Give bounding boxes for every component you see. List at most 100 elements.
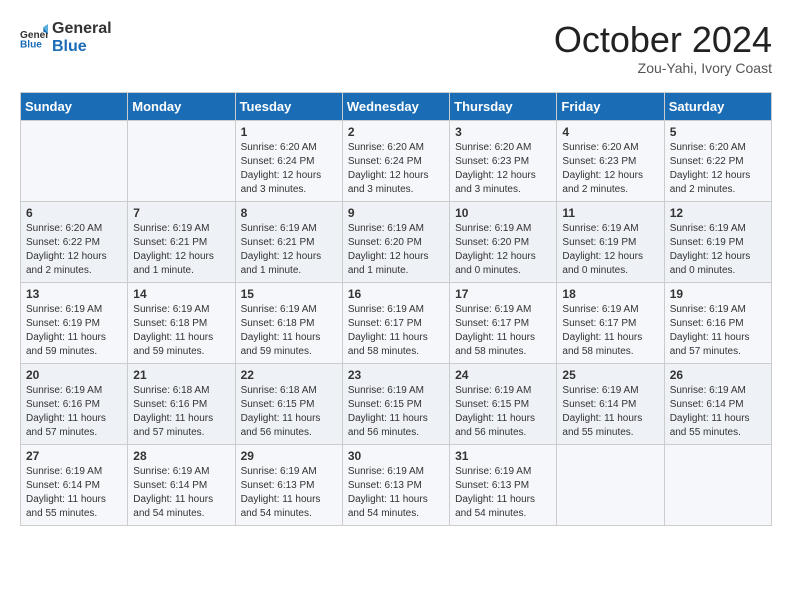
calendar-cell: 5 Sunrise: 6:20 AM Sunset: 6:22 PM Daylig… xyxy=(664,120,771,201)
day-info: Sunrise: 6:19 AM Sunset: 6:19 PM Dayligh… xyxy=(562,222,658,278)
weekday-header-row: SundayMondayTuesdayWednesdayThursdayFrid… xyxy=(21,92,772,120)
day-info: Sunrise: 6:19 AM Sunset: 6:16 PM Dayligh… xyxy=(670,303,766,359)
weekday-header-monday: Monday xyxy=(128,92,235,120)
calendar-cell: 9Sunrise: 6:19 AM Sunset: 6:20 PM Daylig… xyxy=(342,201,449,282)
calendar-cell: 30 Sunrise: 6:19 AM Sunset: 6:13 PM Dayli… xyxy=(342,444,449,525)
calendar-cell: 7Sunrise: 6:19 AM Sunset: 6:21 PM Daylig… xyxy=(128,201,235,282)
calendar-cell: 6 Sunrise: 6:20 AM Sunset: 6:22 PM Daylig… xyxy=(21,201,128,282)
calendar-cell: 23Sunrise: 6:19 AM Sunset: 6:15 PM Dayli… xyxy=(342,363,449,444)
day-info: Sunrise: 6:20 AM Sunset: 6:23 PM Dayligh… xyxy=(455,141,551,197)
calendar-cell: 16Sunrise: 6:19 AM Sunset: 6:17 PM Dayli… xyxy=(342,282,449,363)
day-number: 25 xyxy=(562,368,658,382)
day-info: Sunrise: 6:19 AM Sunset: 6:14 PM Dayligh… xyxy=(133,465,229,521)
day-info: Sunrise: 6:20 AM Sunset: 6:24 PM Dayligh… xyxy=(241,141,337,197)
day-number: 5 xyxy=(670,125,766,139)
calendar-cell: 25 Sunrise: 6:19 AM Sunset: 6:14 PM Dayli… xyxy=(557,363,664,444)
day-info: Sunrise: 6:19 AM Sunset: 6:13 PM Dayligh… xyxy=(241,465,337,521)
title-block: October 2024 Zou-Yahi, Ivory Coast xyxy=(554,20,772,76)
calendar-cell: 14 Sunrise: 6:19 AM Sunset: 6:18 PM Dayli… xyxy=(128,282,235,363)
calendar-cell: 12 Sunrise: 6:19 AM Sunset: 6:19 PM Dayli… xyxy=(664,201,771,282)
day-info: Sunrise: 6:19 AM Sunset: 6:17 PM Dayligh… xyxy=(562,303,658,359)
day-info: Sunrise: 6:19 AM Sunset: 6:18 PM Dayligh… xyxy=(133,303,229,359)
calendar-cell: 4 Sunrise: 6:20 AM Sunset: 6:23 PM Daylig… xyxy=(557,120,664,201)
calendar-week-row: 6 Sunrise: 6:20 AM Sunset: 6:22 PM Daylig… xyxy=(21,201,772,282)
calendar-cell: 29 Sunrise: 6:19 AM Sunset: 6:13 PM Dayli… xyxy=(235,444,342,525)
day-info: Sunrise: 6:19 AM Sunset: 6:14 PM Dayligh… xyxy=(670,384,766,440)
calendar-cell xyxy=(21,120,128,201)
calendar-cell xyxy=(128,120,235,201)
weekday-header-wednesday: Wednesday xyxy=(342,92,449,120)
day-number: 12 xyxy=(670,206,766,220)
day-number: 29 xyxy=(241,449,337,463)
day-info: Sunrise: 6:19 AM Sunset: 6:19 PM Dayligh… xyxy=(670,222,766,278)
calendar-table: SundayMondayTuesdayWednesdayThursdayFrid… xyxy=(20,92,772,526)
day-number: 13 xyxy=(26,287,122,301)
month-title: October 2024 xyxy=(554,20,772,60)
day-info: Sunrise: 6:20 AM Sunset: 6:24 PM Dayligh… xyxy=(348,141,444,197)
calendar-cell: 13 Sunrise: 6:19 AM Sunset: 6:19 PM Dayli… xyxy=(21,282,128,363)
page-header: General Blue General Blue October 2024 Z… xyxy=(20,20,772,76)
day-number: 8 xyxy=(241,206,337,220)
calendar-cell: 10 Sunrise: 6:19 AM Sunset: 6:20 PM Dayli… xyxy=(450,201,557,282)
day-number: 24 xyxy=(455,368,551,382)
weekday-header-sunday: Sunday xyxy=(21,92,128,120)
day-number: 1 xyxy=(241,125,337,139)
day-info: Sunrise: 6:19 AM Sunset: 6:17 PM Dayligh… xyxy=(455,303,551,359)
calendar-cell: 8 Sunrise: 6:19 AM Sunset: 6:21 PM Daylig… xyxy=(235,201,342,282)
day-info: Sunrise: 6:19 AM Sunset: 6:20 PM Dayligh… xyxy=(455,222,551,278)
calendar-cell: 18Sunrise: 6:19 AM Sunset: 6:17 PM Dayli… xyxy=(557,282,664,363)
day-number: 10 xyxy=(455,206,551,220)
calendar-cell xyxy=(664,444,771,525)
calendar-cell: 11 Sunrise: 6:19 AM Sunset: 6:19 PM Dayli… xyxy=(557,201,664,282)
day-info: Sunrise: 6:19 AM Sunset: 6:19 PM Dayligh… xyxy=(26,303,122,359)
day-info: Sunrise: 6:18 AM Sunset: 6:15 PM Dayligh… xyxy=(241,384,337,440)
day-info: Sunrise: 6:19 AM Sunset: 6:13 PM Dayligh… xyxy=(348,465,444,521)
day-number: 3 xyxy=(455,125,551,139)
day-number: 17 xyxy=(455,287,551,301)
calendar-cell: 15Sunrise: 6:19 AM Sunset: 6:18 PM Dayli… xyxy=(235,282,342,363)
calendar-cell: 24Sunrise: 6:19 AM Sunset: 6:15 PM Dayli… xyxy=(450,363,557,444)
day-number: 31 xyxy=(455,449,551,463)
weekday-header-friday: Friday xyxy=(557,92,664,120)
calendar-cell: 21Sunrise: 6:18 AM Sunset: 6:16 PM Dayli… xyxy=(128,363,235,444)
day-info: Sunrise: 6:19 AM Sunset: 6:21 PM Dayligh… xyxy=(241,222,337,278)
calendar-cell: 17 Sunrise: 6:19 AM Sunset: 6:17 PM Dayli… xyxy=(450,282,557,363)
calendar-cell: 20Sunrise: 6:19 AM Sunset: 6:16 PM Dayli… xyxy=(21,363,128,444)
calendar-cell: 1 Sunrise: 6:20 AM Sunset: 6:24 PM Daylig… xyxy=(235,120,342,201)
day-number: 9 xyxy=(348,206,444,220)
day-info: Sunrise: 6:19 AM Sunset: 6:21 PM Dayligh… xyxy=(133,222,229,278)
day-number: 22 xyxy=(241,368,337,382)
calendar-cell: 22 Sunrise: 6:18 AM Sunset: 6:15 PM Dayli… xyxy=(235,363,342,444)
day-number: 11 xyxy=(562,206,658,220)
weekday-header-saturday: Saturday xyxy=(664,92,771,120)
calendar-week-row: 20Sunrise: 6:19 AM Sunset: 6:16 PM Dayli… xyxy=(21,363,772,444)
day-info: Sunrise: 6:20 AM Sunset: 6:23 PM Dayligh… xyxy=(562,141,658,197)
weekday-header-tuesday: Tuesday xyxy=(235,92,342,120)
day-info: Sunrise: 6:19 AM Sunset: 6:14 PM Dayligh… xyxy=(562,384,658,440)
day-info: Sunrise: 6:19 AM Sunset: 6:18 PM Dayligh… xyxy=(241,303,337,359)
day-number: 4 xyxy=(562,125,658,139)
calendar-cell xyxy=(557,444,664,525)
calendar-cell: 26Sunrise: 6:19 AM Sunset: 6:14 PM Dayli… xyxy=(664,363,771,444)
logo-line2: Blue xyxy=(52,38,112,56)
calendar-cell: 19Sunrise: 6:19 AM Sunset: 6:16 PM Dayli… xyxy=(664,282,771,363)
day-info: Sunrise: 6:20 AM Sunset: 6:22 PM Dayligh… xyxy=(26,222,122,278)
day-number: 21 xyxy=(133,368,229,382)
logo-line1: General xyxy=(52,20,112,38)
day-number: 28 xyxy=(133,449,229,463)
logo-icon: General Blue xyxy=(20,24,48,52)
calendar-cell: 31Sunrise: 6:19 AM Sunset: 6:13 PM Dayli… xyxy=(450,444,557,525)
calendar-cell: 27 Sunrise: 6:19 AM Sunset: 6:14 PM Dayli… xyxy=(21,444,128,525)
day-info: Sunrise: 6:20 AM Sunset: 6:22 PM Dayligh… xyxy=(670,141,766,197)
calendar-week-row: 13 Sunrise: 6:19 AM Sunset: 6:19 PM Dayli… xyxy=(21,282,772,363)
day-info: Sunrise: 6:19 AM Sunset: 6:14 PM Dayligh… xyxy=(26,465,122,521)
day-number: 23 xyxy=(348,368,444,382)
calendar-week-row: 1 Sunrise: 6:20 AM Sunset: 6:24 PM Daylig… xyxy=(21,120,772,201)
day-number: 6 xyxy=(26,206,122,220)
day-number: 27 xyxy=(26,449,122,463)
day-number: 14 xyxy=(133,287,229,301)
location: Zou-Yahi, Ivory Coast xyxy=(554,60,772,76)
calendar-cell: 2Sunrise: 6:20 AM Sunset: 6:24 PM Daylig… xyxy=(342,120,449,201)
logo: General Blue General Blue xyxy=(20,20,112,55)
day-number: 30 xyxy=(348,449,444,463)
